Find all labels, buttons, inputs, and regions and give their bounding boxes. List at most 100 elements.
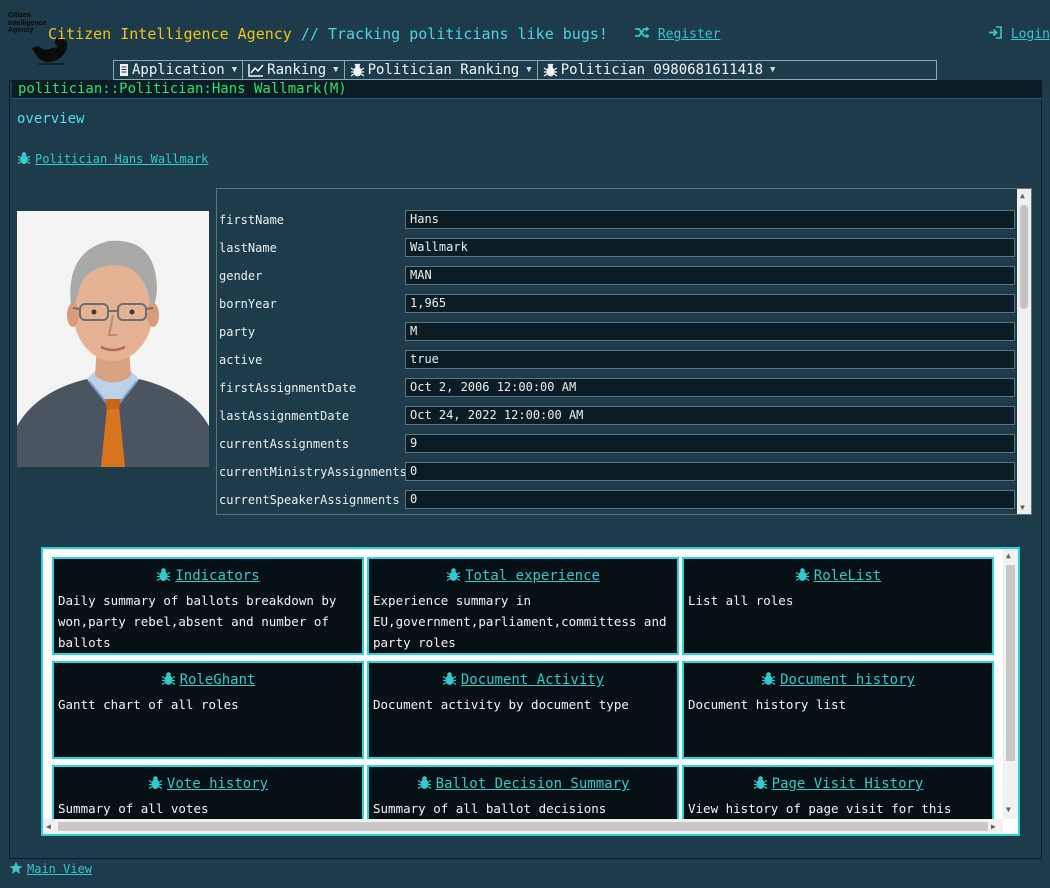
card-description: Summary of all ballot decisions (373, 801, 607, 816)
card-description: View history of page visit for this page… (688, 801, 952, 816)
panel-title: politician::Politician:Hans Wallmark(M) (12, 81, 1042, 99)
scrollbar-thumb[interactable] (1020, 205, 1028, 309)
field-value-gender[interactable]: MAN (405, 266, 1015, 285)
register-link[interactable]: Register (634, 26, 720, 42)
form-row: currentMinistryAssignments 0 (217, 461, 1015, 483)
card-title[interactable]: RoleList (814, 568, 881, 584)
scroll-up-arrow-icon[interactable]: ▲ (1006, 551, 1011, 560)
main-view-label[interactable]: Main View (27, 862, 92, 876)
bug-icon (148, 776, 163, 789)
field-label: currentAssignments (219, 437, 350, 451)
scroll-left-arrow-icon[interactable]: ◀ (46, 822, 51, 831)
card-title-link[interactable]: RoleGhant (54, 671, 362, 688)
chevron-down-icon: ▼ (333, 65, 339, 75)
field-value-first-name[interactable]: Hans (405, 210, 1015, 229)
card-title[interactable]: Vote history (167, 776, 268, 792)
card-role-ghant: RoleGhant Gantt chart of all roles (52, 661, 364, 759)
star-icon (9, 861, 23, 874)
field-value-current-ministry-assignments[interactable]: 0 (405, 462, 1015, 481)
login-link[interactable]: Login (988, 26, 1050, 42)
card-title-link[interactable]: Total experience (369, 567, 677, 584)
form-scrollbar[interactable]: ▲ ▼ (1017, 189, 1031, 514)
chevron-down-icon: ▼ (231, 65, 238, 75)
field-label: currentSpeakerAssignments (219, 493, 400, 507)
card-title-link[interactable]: Page Visit History (684, 775, 992, 792)
politician-photo (17, 211, 209, 467)
login-label[interactable]: Login (1011, 27, 1050, 42)
card-title-link[interactable]: Indicators (54, 567, 362, 584)
scrollbar-thumb[interactable] (58, 822, 988, 831)
card-title[interactable]: Document history (780, 672, 915, 688)
portrait-image (17, 211, 209, 467)
field-value-first-assignment-date[interactable]: Oct 2, 2006 12:00:00 AM (405, 378, 1015, 397)
field-value-active[interactable]: true (405, 350, 1015, 369)
scroll-right-arrow-icon[interactable]: ▶ (991, 822, 996, 831)
sign-in-icon (989, 26, 1002, 39)
overview-cards-panel: Indicators Daily summary of ballots brea… (41, 547, 1020, 836)
field-label: active (219, 353, 263, 367)
card-title[interactable]: Indicators (175, 568, 259, 584)
card-title-link[interactable]: Document Activity (369, 671, 677, 688)
chevron-down-icon: ▼ (526, 65, 532, 75)
field-label: lastAssignmentDate (219, 409, 350, 423)
main-view-link[interactable]: Main View (9, 861, 92, 876)
form-row: bornYear 1,965 (217, 293, 1015, 315)
card-description: Experience summary in EU,government,parl… (373, 593, 667, 650)
field-value-last-assignment-date[interactable]: Oct 24, 2022 12:00:00 AM (405, 406, 1015, 425)
card-title[interactable]: Ballot Decision Summary (436, 776, 630, 792)
field-value-born-year[interactable]: 1,965 (405, 294, 1015, 313)
field-value-current-assignments[interactable]: 9 (405, 434, 1015, 453)
site-title-name: Citizen Intelligence Agency (48, 25, 292, 43)
card-title-link[interactable]: RoleList (684, 567, 992, 584)
scroll-down-arrow-icon[interactable]: ▼ (1020, 503, 1025, 512)
form-row: active true (217, 349, 1015, 371)
scroll-up-arrow-icon[interactable]: ▲ (1020, 191, 1025, 200)
card-page-visit-history: Page Visit History View history of page … (682, 765, 994, 819)
card-title[interactable]: Document Activity (461, 672, 604, 688)
bug-icon (17, 152, 31, 165)
section-heading: overview (17, 111, 85, 127)
card-title[interactable]: Page Visit History (772, 776, 924, 792)
title-separator: // (291, 25, 328, 43)
field-value-party[interactable]: M (405, 322, 1015, 341)
form-row: lastAssignmentDate Oct 24, 2022 12:00:00 … (217, 405, 1015, 427)
card-title[interactable]: RoleGhant (180, 672, 256, 688)
cards-horizontal-scrollbar[interactable]: ◀ ▶ (43, 819, 1003, 834)
field-label: lastName (219, 241, 277, 255)
form-row: firstAssignmentDate Oct 2, 2006 12:00:00 … (217, 377, 1015, 399)
field-label: currentMinistryAssignments (219, 465, 407, 479)
site-tagline: Tracking politicians like bugs! (327, 25, 608, 43)
field-value-current-speaker-assignments[interactable]: 0 (405, 490, 1015, 509)
bug-icon (543, 63, 558, 77)
menu-label: Ranking (267, 62, 327, 78)
line-chart-icon (248, 64, 264, 77)
menu-item-application[interactable]: Application ▼ (114, 61, 244, 79)
cards-vertical-scrollbar[interactable]: ▲ ▼ (1003, 549, 1018, 819)
card-description: Gantt chart of all roles (58, 697, 239, 712)
card-title-link[interactable]: Document history (684, 671, 992, 688)
field-label: firstName (219, 213, 285, 227)
card-total-experience: Total experience Experience summary in E… (367, 557, 679, 655)
card-vote-history: Vote history Summary of all votes (52, 765, 364, 819)
politician-link[interactable]: Politician Hans Wallmark (17, 151, 208, 166)
card-title-link[interactable]: Vote history (54, 775, 362, 792)
bug-icon (417, 776, 431, 789)
field-label: gender (219, 269, 263, 283)
politician-detail-form: firstName Hans lastName Wallmark gender MAN… (216, 188, 1032, 515)
menu-item-politician[interactable]: Politician 0980681611418 ▼ (538, 61, 781, 79)
main-menu-bar: Application ▼ Ranking ▼ Politician Ranki… (113, 60, 937, 80)
card-description: List all roles (688, 593, 794, 608)
field-value-last-name[interactable]: Wallmark (405, 238, 1015, 257)
card-document-activity: Document Activity Document activity by d… (367, 661, 679, 759)
bug-icon (442, 672, 457, 685)
menu-item-ranking[interactable]: Ranking ▼ (243, 61, 345, 79)
scrollbar-thumb[interactable] (1006, 565, 1015, 761)
menu-label: Politician Ranking (367, 62, 520, 78)
card-title-link[interactable]: Ballot Decision Summary (369, 775, 677, 792)
card-title[interactable]: Total experience (465, 568, 600, 584)
politician-link-label[interactable]: Politician Hans Wallmark (35, 152, 208, 166)
form-row: party M (217, 321, 1015, 343)
register-label[interactable]: Register (658, 27, 721, 42)
menu-item-politician-ranking[interactable]: Politician Ranking ▼ (345, 61, 538, 79)
scroll-down-arrow-icon[interactable]: ▼ (1006, 805, 1011, 814)
